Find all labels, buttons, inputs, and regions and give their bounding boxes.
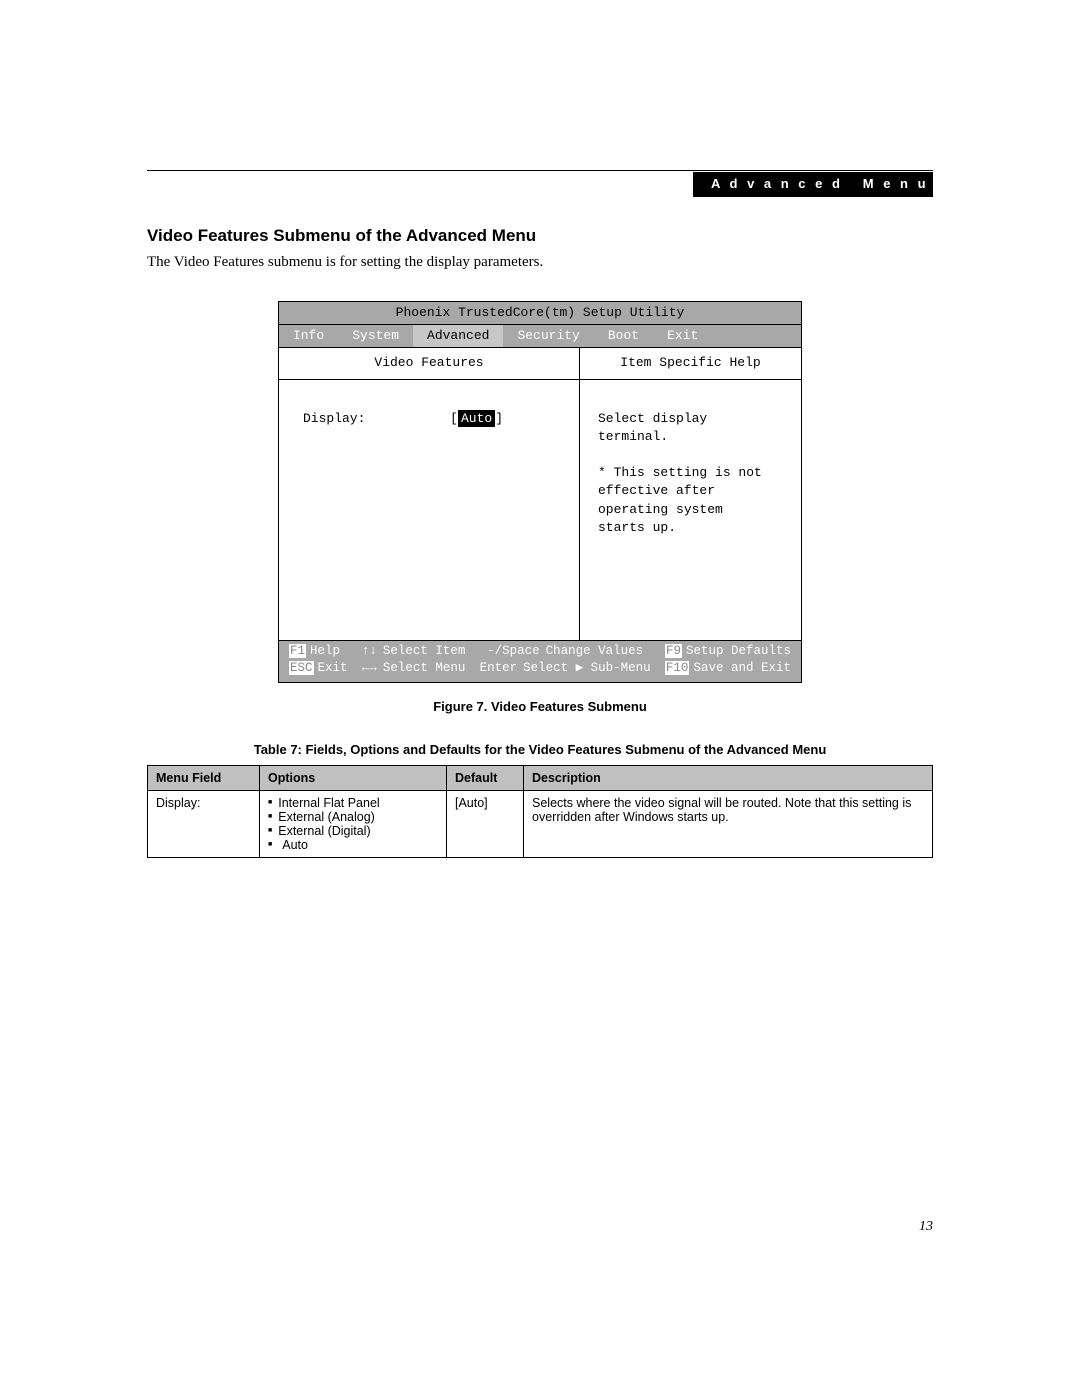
section-badge-text: A d v a n c e d M e n u: [711, 176, 929, 191]
list-item: External (Analog): [268, 810, 438, 824]
bios-window: Phoenix TrustedCore(tm) Setup Utility In…: [278, 301, 802, 683]
bios-tab-exit[interactable]: Exit: [653, 325, 712, 347]
page-number: 13: [919, 1219, 933, 1235]
cell-default: [Auto]: [447, 790, 524, 857]
bios-menu-bar: Info System Advanced Security Boot Exit: [279, 325, 801, 348]
bios-settings-pane: Video Features Display: [Auto]: [279, 348, 580, 639]
bios-key-select-item: ↑↓Select Item: [362, 643, 466, 661]
bios-help-pane: Item Specific Help Select display termin…: [580, 348, 801, 639]
bios-tab-system[interactable]: System: [338, 325, 413, 347]
col-description: Description: [524, 765, 933, 790]
list-item: Internal Flat Panel: [268, 796, 438, 810]
table-header-row: Menu Field Options Default Description: [148, 765, 933, 790]
bios-submenu-label: Video Features: [279, 348, 579, 379]
bios-tab-security[interactable]: Security: [503, 325, 593, 347]
bios-figure: Phoenix TrustedCore(tm) Setup Utility In…: [278, 301, 802, 683]
bios-setting-label: Display:: [303, 410, 365, 428]
bios-help-header: Item Specific Help: [580, 348, 801, 379]
bios-tab-info[interactable]: Info: [279, 325, 338, 347]
list-item: Auto: [268, 838, 438, 852]
page-content: Video Features Submenu of the Advanced M…: [147, 226, 933, 858]
bios-body: Video Features Display: [Auto] Item Spec…: [279, 348, 801, 639]
bios-setting-value: Auto: [458, 410, 495, 427]
bios-key-help: F1Help: [289, 643, 340, 661]
list-item: External (Digital): [268, 824, 438, 838]
bios-key-save-exit: F10Save and Exit: [665, 660, 791, 678]
section-badge: A d v a n c e d M e n u: [693, 172, 933, 197]
intro-text: The Video Features submenu is for settin…: [147, 254, 933, 271]
bios-help-text: Select display terminal. * This setting …: [580, 380, 801, 640]
bios-setting-display[interactable]: Display: [Auto]: [303, 410, 503, 428]
bios-key-select-menu: ←→Select Menu: [362, 660, 466, 678]
table-row: Display: Internal Flat Panel External (A…: [148, 790, 933, 857]
bios-footer: F1Help ↑↓Select Item -/SpaceChange Value…: [279, 640, 801, 682]
options-list: Internal Flat Panel External (Analog) Ex…: [268, 796, 438, 852]
cell-options: Internal Flat Panel External (Analog) Ex…: [260, 790, 447, 857]
bios-footer-row-2: ESCExit ←→Select Menu EnterSelect ▶ Sub-…: [289, 660, 791, 678]
col-menu-field: Menu Field: [148, 765, 260, 790]
figure-caption: Figure 7. Video Features Submenu: [147, 699, 933, 714]
cell-description: Selects where the video signal will be r…: [524, 790, 933, 857]
table-caption: Table 7: Fields, Options and Defaults fo…: [147, 742, 933, 757]
bios-tab-boot[interactable]: Boot: [594, 325, 653, 347]
bios-key-change-values: -/SpaceChange Values: [487, 643, 643, 661]
bios-key-exit: ESCExit: [289, 660, 348, 678]
bios-title: Phoenix TrustedCore(tm) Setup Utility: [279, 302, 801, 325]
bios-setting-value-wrapper: [Auto]: [450, 410, 503, 428]
options-table: Menu Field Options Default Description D…: [147, 765, 933, 858]
arrows-up-down-icon: ↑↓: [362, 644, 377, 658]
document-page: A d v a n c e d M e n u Video Features S…: [0, 0, 1080, 1397]
col-options: Options: [260, 765, 447, 790]
bios-settings-list: Display: [Auto]: [279, 380, 579, 640]
arrows-left-right-icon: ←→: [362, 661, 377, 675]
col-default: Default: [447, 765, 524, 790]
bios-footer-row-1: F1Help ↑↓Select Item -/SpaceChange Value…: [289, 643, 791, 661]
cell-menu-field: Display:: [148, 790, 260, 857]
header-rule: [147, 170, 933, 171]
page-title: Video Features Submenu of the Advanced M…: [147, 226, 933, 246]
bios-key-select-submenu: EnterSelect ▶ Sub-Menu: [480, 660, 651, 678]
bios-key-setup-defaults: F9Setup Defaults: [665, 643, 791, 661]
bios-tab-advanced[interactable]: Advanced: [413, 325, 503, 347]
